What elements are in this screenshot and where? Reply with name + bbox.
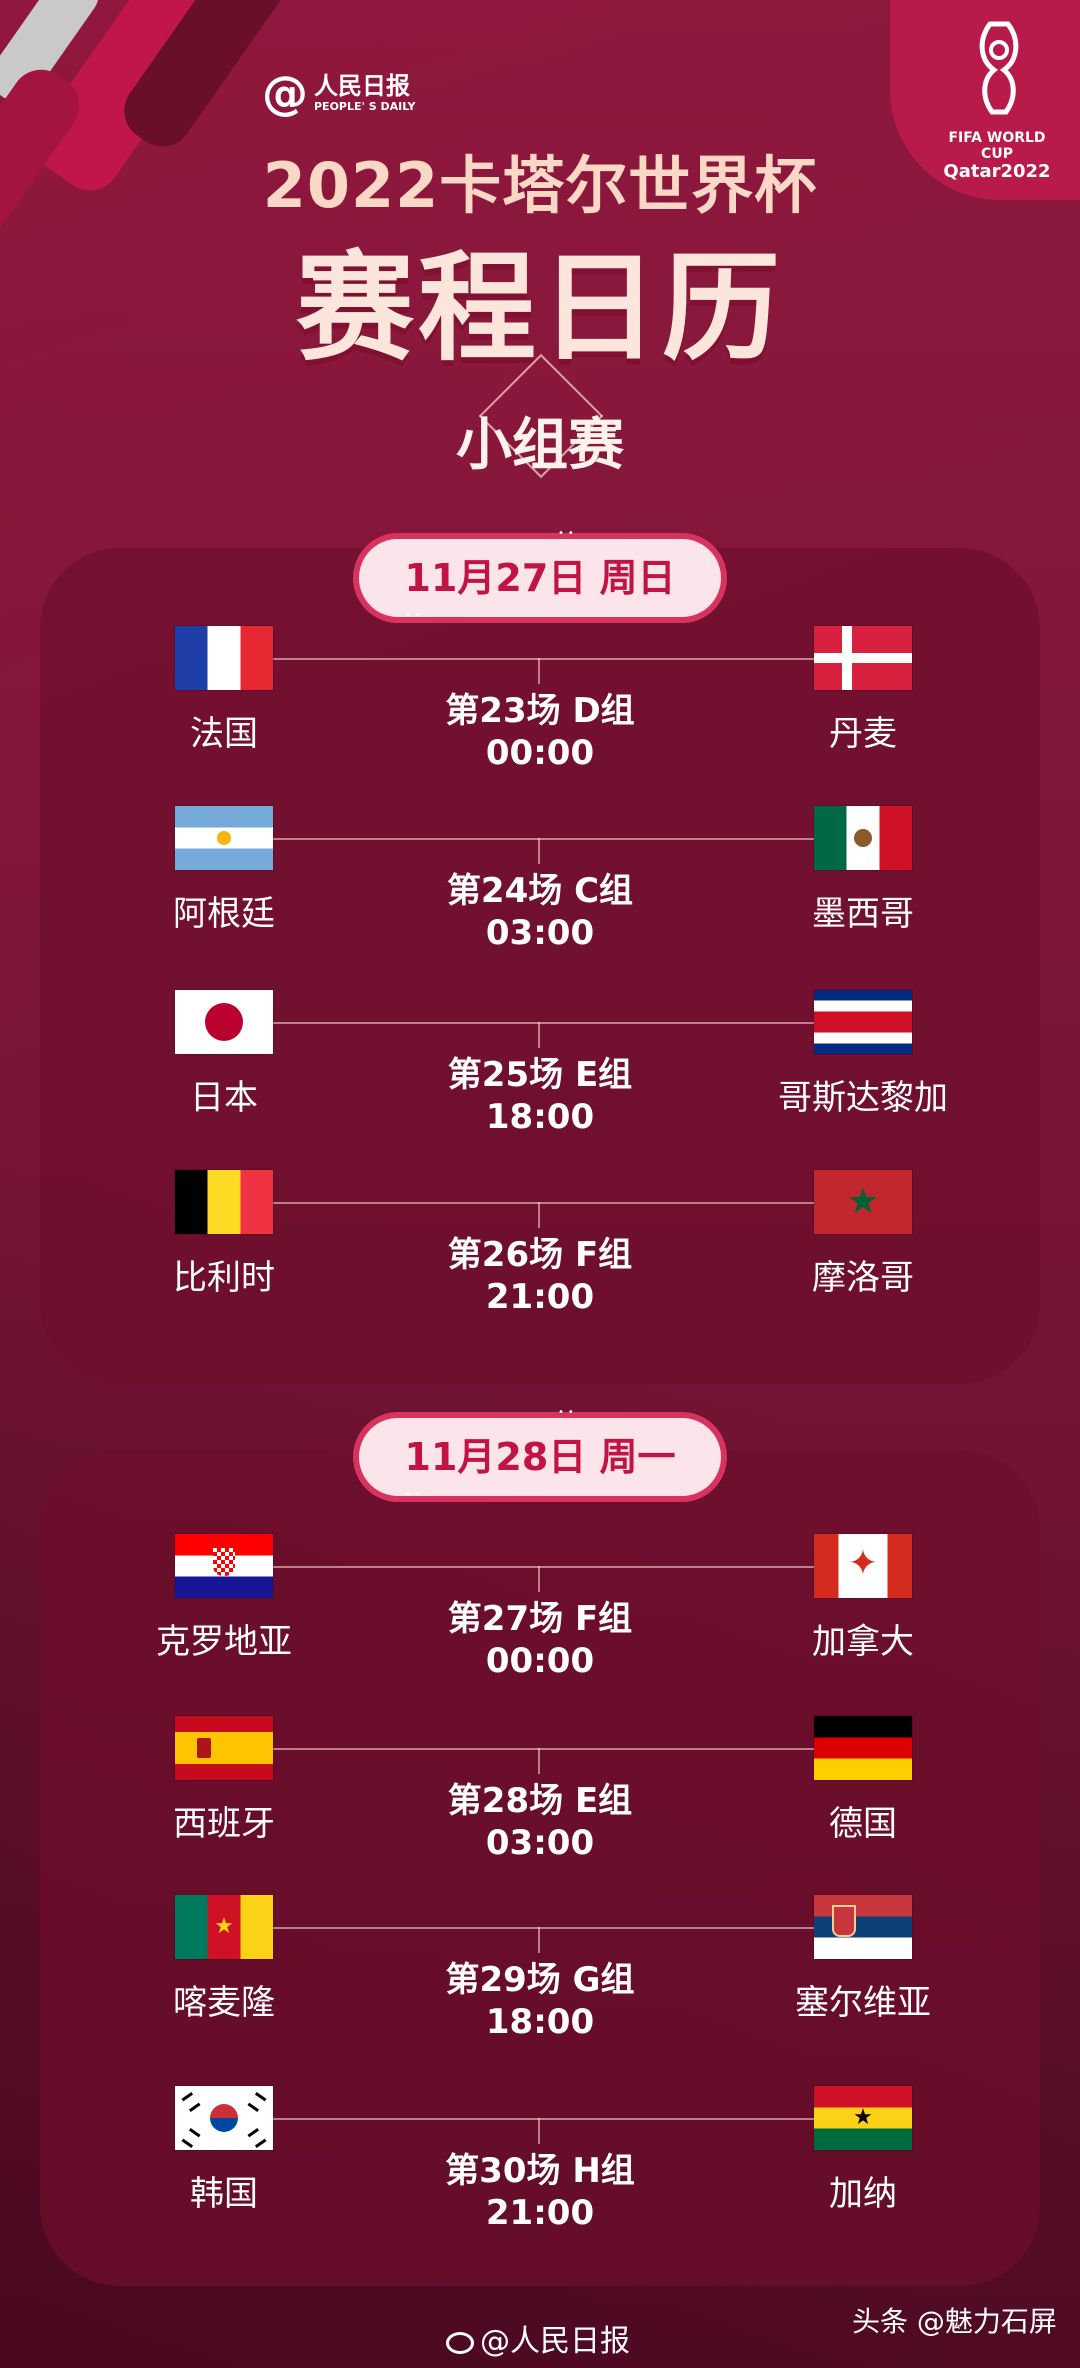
logo-cn-text: 人民日报: [314, 72, 410, 100]
home-team: 日本: [190, 1078, 258, 1118]
korea-flag-icon: [175, 2086, 273, 2150]
match-time: 21:00: [485, 1277, 595, 1317]
morocco-flag-icon: ★: [814, 1170, 912, 1234]
connector-line: [272, 658, 814, 660]
weibo-handle: @人民日报: [480, 2324, 630, 2359]
match-time: 18:00: [485, 2002, 595, 2042]
connector-line: [272, 1202, 814, 1204]
match-time: 00:00: [485, 1641, 595, 1681]
match-time: 03:00: [485, 913, 595, 953]
canada-flag-icon: ✦: [814, 1534, 912, 1598]
pill-dots: ••: [558, 1407, 578, 1418]
match-row: ✦ 克罗地亚 加拿大 第27场 F组 00:00: [0, 1534, 1080, 1684]
home-team: 韩国: [190, 2174, 258, 2214]
match-time: 21:00: [485, 2193, 595, 2233]
costa-rica-flag-icon: [814, 990, 912, 1054]
pill-dots: ••: [405, 1489, 425, 1500]
pill-dots: ••: [558, 528, 578, 539]
connector-tick: [538, 1202, 540, 1228]
connector-tick: [538, 1748, 540, 1774]
denmark-flag-icon: [814, 626, 912, 690]
match-row: 阿根廷 墨西哥 第24场 C组 03:00: [0, 806, 1080, 956]
match-time: 18:00: [485, 1097, 595, 1137]
connector-line: [272, 1022, 814, 1024]
away-team: 德国: [829, 1804, 897, 1844]
match-number-group: 第27场 F组: [447, 1599, 633, 1639]
match-row: 西班牙 德国 第28场 E组 03:00: [0, 1716, 1080, 1866]
match-number-group: 第28场 E组: [447, 1781, 633, 1821]
away-team: 加纳: [829, 2174, 897, 2214]
ghana-flag-icon: ★: [814, 2086, 912, 2150]
weibo-icon: [446, 2331, 474, 2354]
connector-tick: [538, 1022, 540, 1048]
home-team: 西班牙: [173, 1804, 275, 1844]
argentina-flag-icon: [175, 806, 273, 870]
match-info: 第24场 C组 03:00: [390, 870, 690, 954]
cameroon-flag-icon: ★: [175, 1895, 273, 1959]
at-icon: @: [262, 66, 308, 120]
away-team: 丹麦: [829, 714, 897, 754]
match-info: 第26场 F组 21:00: [390, 1234, 690, 1318]
match-number-group: 第24场 C组: [446, 871, 634, 911]
connector-line: [272, 1748, 814, 1750]
away-team: 墨西哥: [812, 894, 914, 934]
peoples-daily-logo: @ 人民日报 PEOPLE' S DAILY: [262, 70, 415, 116]
pill-dots: ••: [405, 610, 425, 621]
match-info: 第29场 G组 18:00: [390, 1959, 690, 2043]
belgium-flag-icon: [175, 1170, 273, 1234]
weibo-watermark: @人民日报: [446, 2316, 630, 2360]
logo-en-text: PEOPLE' S DAILY: [314, 100, 416, 113]
match-number-group: 第23场 D组: [445, 691, 635, 731]
connector-line: [272, 2118, 814, 2120]
home-team: 比利时: [173, 1258, 275, 1298]
match-info: 第28场 E组 03:00: [390, 1780, 690, 1864]
home-team: 喀麦隆: [173, 1983, 275, 2023]
connector-line: [272, 1927, 814, 1929]
match-row: 法国 丹麦 第23场 D组 00:00: [0, 626, 1080, 776]
match-time: 00:00: [485, 733, 595, 773]
match-info: 第30场 H组 21:00: [390, 2150, 690, 2234]
match-row: ★ 比利时 摩洛哥 第26场 F组 21:00: [0, 1170, 1080, 1320]
match-row: ★ 喀麦隆 塞尔维亚 第29场 G组 18:00: [0, 1895, 1080, 2045]
connector-tick: [538, 658, 540, 684]
match-number-group: 第30场 H组: [445, 2151, 635, 2191]
stage-label: 小组赛: [456, 413, 624, 478]
connector-tick: [538, 838, 540, 864]
match-number-group: 第25场 E组: [447, 1055, 633, 1095]
home-team: 阿根廷: [173, 894, 275, 934]
match-row: ★ 韩国 加纳 第30场 H组 21:00: [0, 2086, 1080, 2236]
match-info: 第27场 F组 00:00: [390, 1598, 690, 1682]
away-team: 摩洛哥: [812, 1258, 914, 1298]
match-info: 第25场 E组 18:00: [390, 1054, 690, 1138]
mexico-flag-icon: [814, 806, 912, 870]
france-flag-icon: [175, 626, 273, 690]
japan-flag-icon: [175, 990, 273, 1054]
spain-flag-icon: [175, 1716, 273, 1780]
world-cup-trophy-icon: [979, 21, 1019, 115]
away-team: 加拿大: [812, 1622, 914, 1662]
match-number-group: 第29场 G组: [445, 1960, 635, 2000]
germany-flag-icon: [814, 1716, 912, 1780]
connector-line: [272, 838, 814, 840]
connector-line: [272, 1566, 814, 1568]
croatia-flag-icon: [175, 1534, 273, 1598]
match-time: 03:00: [485, 1823, 595, 1863]
away-team: 哥斯达黎加: [778, 1078, 948, 1118]
match-info: 第23场 D组 00:00: [390, 690, 690, 774]
away-team: 塞尔维亚: [795, 1983, 931, 2023]
match-number-group: 第26场 F组: [447, 1235, 633, 1275]
match-row: 日本 哥斯达黎加 第25场 E组 18:00: [0, 990, 1080, 1140]
connector-tick: [538, 1566, 540, 1592]
home-team: 法国: [190, 714, 258, 754]
connector-tick: [538, 2118, 540, 2144]
home-team: 克罗地亚: [156, 1622, 292, 1662]
serbia-flag-icon: [814, 1895, 912, 1959]
connector-tick: [538, 1927, 540, 1953]
toutiao-watermark: 头条 @魅力石屏: [852, 2305, 1057, 2338]
